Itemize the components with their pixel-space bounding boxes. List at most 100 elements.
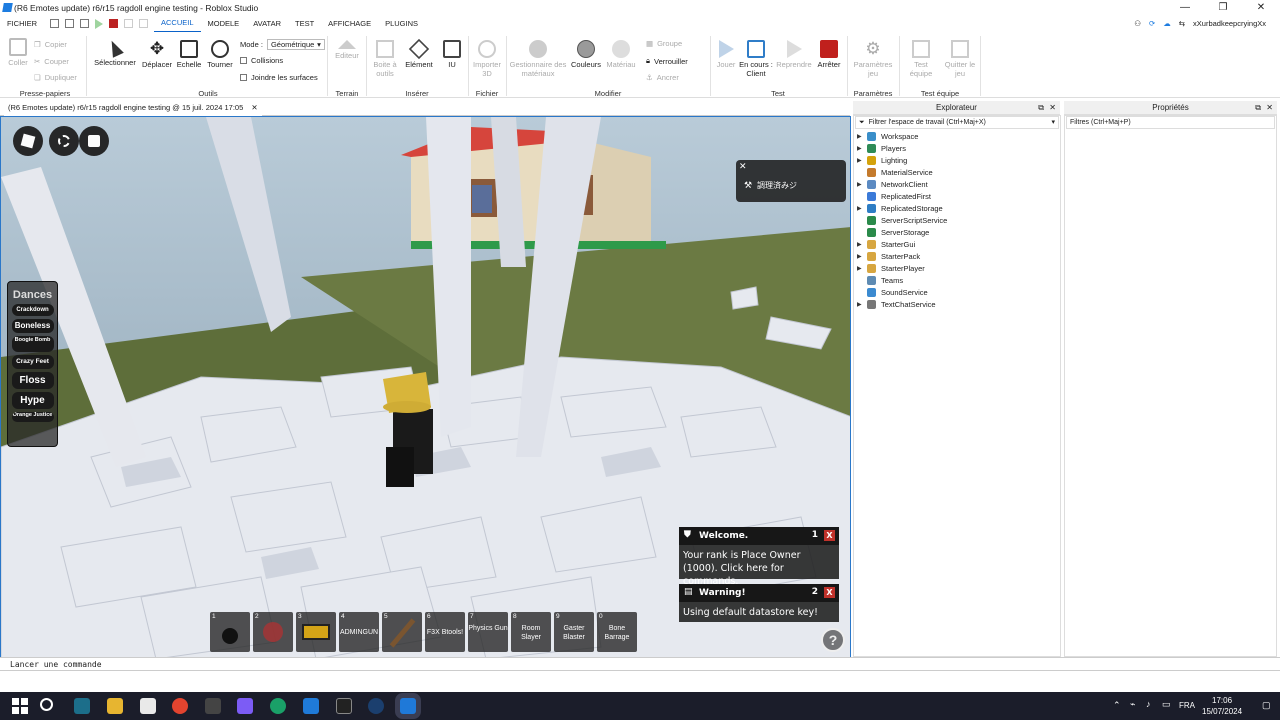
- expand-arrow-icon[interactable]: ▶: [857, 205, 867, 212]
- play-small-icon[interactable]: [95, 19, 103, 29]
- lock-button[interactable]: 🔒︎ Verrouiller: [646, 56, 688, 66]
- battery-icon[interactable]: ▭: [1162, 699, 1171, 710]
- hotbar-slot-1[interactable]: 1: [210, 612, 250, 652]
- duplicate-button[interactable]: ❏ Dupliquer: [34, 73, 77, 82]
- hotbar-slot-7[interactable]: 7 Physics Gun: [468, 612, 508, 652]
- undo-icon[interactable]: [124, 19, 133, 28]
- dance-crazy-feet[interactable]: Crazy Feet: [11, 355, 54, 369]
- undock-icon[interactable]: ⧉: [1255, 101, 1261, 115]
- quit-game-button[interactable]: Quitter le jeu: [942, 40, 978, 78]
- warning-notice[interactable]: ▤ Warning! 2 X Using default datastore ke…: [679, 584, 839, 622]
- app-icon[interactable]: [270, 698, 286, 714]
- tab-view[interactable]: AFFICHAGE: [321, 16, 378, 32]
- redo-icon[interactable]: [139, 19, 148, 28]
- help-button[interactable]: ?: [821, 628, 845, 652]
- roblox-studio-icon[interactable]: [400, 698, 416, 714]
- hotbar-slot-10[interactable]: 0 Bone Barrage: [597, 612, 637, 652]
- tree-item-starterpack[interactable]: ▶ StarterPack: [857, 250, 947, 262]
- language-indicator[interactable]: FRA: [1179, 701, 1195, 710]
- app-icon[interactable]: [74, 698, 90, 714]
- welcome-close-button[interactable]: X: [824, 530, 835, 541]
- part-button[interactable]: Elément: [403, 38, 435, 69]
- tree-item-startergui[interactable]: ▶ StarterGui: [857, 238, 947, 250]
- expand-arrow-icon[interactable]: ▶: [857, 157, 867, 164]
- share-icon[interactable]: ⇆: [1179, 16, 1185, 32]
- clock-date[interactable]: 15/07/2024: [1202, 707, 1242, 716]
- game-viewport[interactable]: ✕ ⚒ 調理済みジ Dances Crackdown Boneless Boog…: [0, 116, 851, 658]
- tree-item-players[interactable]: ▶ Players: [857, 142, 947, 154]
- dance-boogie-bomb[interactable]: Boogie Bomb: [11, 336, 54, 352]
- open-file-icon[interactable]: [65, 19, 74, 28]
- tab-test[interactable]: TEST: [288, 16, 321, 32]
- tree-item-replicatedfirst[interactable]: ReplicatedFirst: [857, 190, 947, 202]
- chevron-down-icon[interactable]: ▾: [1051, 117, 1055, 128]
- mode-dropdown[interactable]: Géométrique ▾: [266, 39, 325, 50]
- new-file-icon[interactable]: [50, 19, 59, 28]
- maximize-button[interactable]: ❐: [1204, 0, 1242, 16]
- expand-arrow-icon[interactable]: ▶: [857, 145, 867, 152]
- minimize-button[interactable]: —: [1166, 0, 1204, 16]
- save-icon[interactable]: [80, 19, 89, 28]
- cut-button[interactable]: ✂ Couper: [34, 57, 69, 66]
- tree-item-serverscriptservice[interactable]: ServerScriptService: [857, 214, 947, 226]
- volume-icon[interactable]: ♪: [1146, 699, 1151, 709]
- properties-filter[interactable]: Filtres (Ctrl+Maj+P): [1066, 116, 1275, 129]
- rotate-tool[interactable]: Tourner: [205, 40, 235, 69]
- dance-crackdown[interactable]: Crackdown: [11, 304, 54, 316]
- ui-button[interactable]: IU: [440, 40, 464, 69]
- join-surfaces-checkbox[interactable]: [240, 74, 247, 81]
- tray-chevron-icon[interactable]: ⌃: [1113, 700, 1121, 711]
- import-3d-button[interactable]: Importer 3D: [470, 40, 504, 78]
- tab-avatar[interactable]: AVATAR: [246, 16, 288, 32]
- expand-arrow-icon[interactable]: ▶: [857, 265, 867, 272]
- command-input[interactable]: Lancer une commande: [10, 660, 102, 669]
- app-icon[interactable]: [237, 698, 253, 714]
- tree-item-starterplayer[interactable]: ▶ StarterPlayer: [857, 262, 947, 274]
- expand-arrow-icon[interactable]: ▶: [857, 133, 867, 140]
- dance-boneless[interactable]: Boneless: [11, 319, 54, 333]
- search-icon[interactable]: [40, 698, 53, 711]
- move-tool[interactable]: ✥ Déplacer: [140, 40, 174, 70]
- expand-arrow-icon[interactable]: ▶: [857, 181, 867, 188]
- dance-floss[interactable]: Floss: [11, 372, 54, 389]
- collisions-checkbox[interactable]: [240, 57, 247, 64]
- expand-arrow-icon[interactable]: ▶: [857, 241, 867, 248]
- terrain-editor-button[interactable]: Editeur: [332, 40, 362, 60]
- username[interactable]: xXurbadkeepcryingXx: [1193, 16, 1266, 32]
- stop-button[interactable]: Arrêter: [814, 40, 844, 69]
- expand-arrow-icon[interactable]: ▶: [857, 253, 867, 260]
- defender-icon[interactable]: [140, 698, 156, 714]
- hotbar-slot-9[interactable]: 9 Gaster Blaster: [554, 612, 594, 652]
- file-explorer-icon[interactable]: [107, 698, 123, 714]
- people-icon[interactable]: ⚇: [1134, 16, 1141, 32]
- join-surfaces-toggle[interactable]: Joindre les surfaces: [240, 73, 318, 82]
- notifications-icon[interactable]: ▢: [1262, 700, 1271, 711]
- tab-home[interactable]: ACCUEIL: [154, 15, 201, 33]
- toolbox-button[interactable]: Boite à outils: [371, 40, 399, 78]
- undock-icon[interactable]: ⧉: [1038, 101, 1044, 115]
- hotbar-slot-6[interactable]: 6 F3X Btools!: [425, 612, 465, 652]
- tree-item-materialservice[interactable]: MaterialService: [857, 166, 947, 178]
- game-settings-button[interactable]: ⚙ Paramètres jeu: [851, 40, 895, 79]
- tab-plugins[interactable]: PLUGINS: [378, 16, 425, 32]
- tree-item-workspace[interactable]: ▶ Workspace: [857, 130, 947, 142]
- hotbar-slot-5[interactable]: 5: [382, 612, 422, 652]
- document-tab[interactable]: (R6 Emotes update) r6/r15 ragdoll engine…: [4, 101, 262, 116]
- tree-item-replicatedstorage[interactable]: ▶ ReplicatedStorage: [857, 202, 947, 214]
- current-client-button[interactable]: En cours : Client: [738, 40, 774, 78]
- explorer-filter[interactable]: ⏷ Filtrer l'espace de travail (Ctrl+Maj+…: [855, 116, 1059, 129]
- windows-start-icon[interactable]: [12, 698, 28, 714]
- tree-item-soundservice[interactable]: SoundService: [857, 286, 947, 298]
- document-tab-close-icon[interactable]: ✕: [251, 103, 257, 112]
- copy-button[interactable]: ❐ Copier: [34, 40, 67, 49]
- hotbar-slot-8[interactable]: 8 Room Slayer: [511, 612, 551, 652]
- help-icon[interactable]: ⟳: [1149, 16, 1155, 32]
- explorer-close-icon[interactable]: ✕: [1049, 101, 1056, 115]
- cloud-icon[interactable]: ☁: [1163, 16, 1171, 32]
- close-button[interactable]: ✕: [1242, 0, 1280, 16]
- popup-close-icon[interactable]: ✕: [739, 161, 747, 172]
- stop-small-icon[interactable]: [109, 19, 118, 28]
- app-icon[interactable]: [205, 698, 221, 714]
- clock-time[interactable]: 17:06: [1212, 696, 1232, 705]
- collisions-toggle[interactable]: Collisions: [240, 56, 283, 65]
